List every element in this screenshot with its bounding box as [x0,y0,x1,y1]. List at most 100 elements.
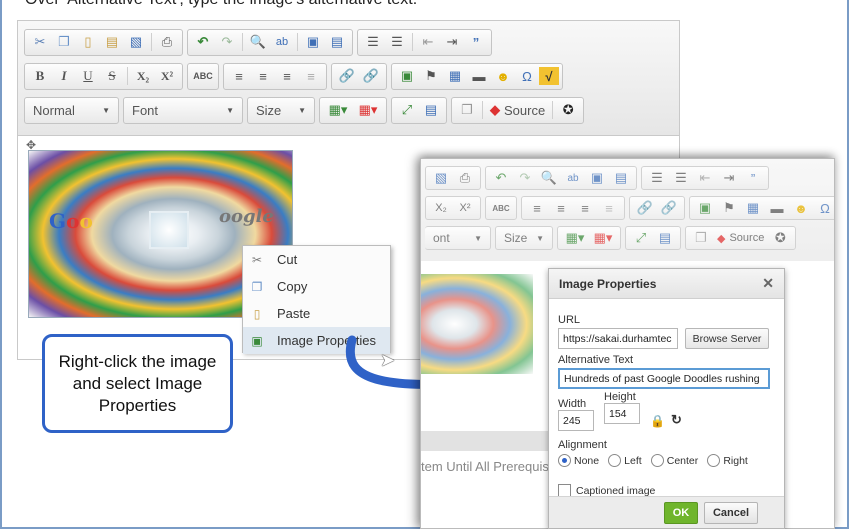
reset-size-icon[interactable]: ↻ [671,412,682,428]
inset-group: ↶ ↷ 🔍 ab ▣ ▤ [485,166,637,190]
unlink-icon[interactable]: 🔗 [359,65,383,87]
anchor-flag-icon[interactable]: ⚑ [419,65,443,87]
paste-icon: ▯ [253,306,261,321]
align-left-radio[interactable]: Left [608,454,642,467]
separator [242,33,243,51]
find-icon[interactable]: 🔍 [246,31,270,53]
link-icon[interactable]: 🔗 [335,65,359,87]
cancel-button[interactable]: Cancel [704,501,758,524]
outdent-icon[interactable]: ⇤ [416,31,440,53]
italic-icon[interactable]: I [52,65,76,87]
toolbar-row-3: Normal ▼ Font ▼ Size ▼ ▦▾ ▦▾ ⤢ ▤ ❐ ◆ Sou… [24,93,673,127]
inset-source-button: ◆ Source [713,232,768,245]
source-button[interactable]: ◆ Source [486,102,549,118]
align-center-icon[interactable]: ≡ [251,65,275,87]
unlink-icon: 🔗 [660,200,678,215]
spellcheck-form-icon[interactable]: ▤ [325,31,349,53]
copy-icon[interactable]: ❐ [52,31,76,53]
align-justify-icon[interactable]: ≡ [299,65,323,87]
print-icon[interactable]: ⎙ [155,31,179,53]
underline-icon[interactable]: U [76,65,100,87]
separator [482,101,483,119]
spellcheck-icon[interactable]: ABC [191,65,215,87]
width-field[interactable]: 245 [558,410,594,431]
font-dropdown[interactable]: Font ▼ [123,96,243,124]
radio-dot [558,454,571,467]
superscript-icon[interactable]: X² [155,65,179,87]
lock-ratio-icon[interactable]: 🔒 [650,414,665,428]
paste-icon[interactable]: ▯ [76,31,100,53]
context-menu-copy[interactable]: ❐ Copy [243,273,390,300]
bold-icon[interactable]: B [28,65,52,87]
strikethrough-icon[interactable]: S [100,65,124,87]
align-right-icon: ≡ [581,200,589,216]
horizontal-rule-icon: ▬ [770,200,784,216]
align-left-icon[interactable]: ≡ [227,65,251,87]
special-char-icon[interactable]: Ω [515,65,539,87]
link-icon: 🔗 [636,200,654,215]
alignment-label: Alignment [558,439,607,451]
copy-icon: ❐ [251,279,263,294]
indent-icon[interactable]: ⇥ [440,31,464,53]
scissors-icon: ✂ [251,252,263,267]
align-center-radio[interactable]: Center [650,454,698,467]
image-logo-right: oogle [219,206,274,227]
format-value: Normal [33,102,75,118]
height-field[interactable]: 154 [604,403,640,424]
math-icon[interactable]: √ [539,67,559,85]
horizontal-rule-icon[interactable]: ▬ [467,65,491,87]
context-menu-paste[interactable]: ▯ Paste [243,300,390,327]
paste-word-icon: ▧ [434,170,448,185]
size-dropdown[interactable]: Size ▼ [247,96,315,124]
align-option-label: None [574,454,600,467]
format-dropdown[interactable]: Normal ▼ [24,96,119,124]
table-icon: ▦ [746,200,760,215]
url-row: https://sakai.durhamtec Browse Server [558,328,775,349]
subscript-icon[interactable]: X₂ [131,65,155,87]
paste-word-icon[interactable]: ▧ [124,31,148,53]
maximize-icon[interactable]: ⤢ [395,99,419,121]
context-menu-label: Cut [277,252,298,267]
inset-group: ⤢ ▤ [625,226,681,250]
table-icon[interactable]: ▦ [443,65,467,87]
inset-group: ▧ ⎙ [425,166,481,190]
blockquote-icon[interactable]: ” [464,31,488,53]
text-color-icon[interactable]: ▦▾ [323,99,353,121]
context-menu-label: Paste [277,306,311,321]
align-group: ≡ ≡ ≡ ≡ [223,62,327,90]
size-value: Size [504,231,528,245]
link-group: 🔗 🔗 [331,62,387,90]
ok-button[interactable]: OK [664,501,698,524]
smiley-icon[interactable]: ☻ [491,65,515,87]
align-none-radio[interactable]: None [558,454,599,467]
accessibility-icon[interactable]: ✪ [556,99,580,121]
show-blocks-icon[interactable]: ▤ [419,99,443,121]
replace-icon[interactable]: ab [270,31,294,53]
url-field[interactable]: https://sakai.durhamtec [558,328,678,349]
bulleted-list-icon[interactable]: ☰ [385,31,409,53]
cut-icon[interactable]: ✂ [28,31,52,53]
alt-text-field[interactable]: Hundreds of past Google Doodles rushing [558,368,770,389]
image-icon[interactable]: ▣ [395,65,419,87]
toolbar-row-2: B I U S X₂ X² ABC ≡ ≡ ≡ ≡ 🔗 🔗 ▣ ⚑ ▦ ▬ ☻ … [24,59,673,93]
browse-server-button[interactable]: Browse Server [685,328,769,349]
show-blocks-icon: ▤ [658,230,672,245]
alignment-radios: None Left Center Right [558,454,775,470]
context-menu-cut[interactable]: ✂ Cut [243,246,390,273]
spellcheck-form-icon: ▤ [614,170,628,185]
select-all-icon[interactable]: ▣ [301,31,325,53]
redo-icon[interactable]: ↷ [215,31,239,53]
undo-group: ↶ ↷ 🔍 ab ▣ ▤ [187,28,353,56]
inset-group: X₂ X² [425,196,481,220]
undo-icon[interactable]: ↶ [191,31,215,53]
close-icon[interactable]: ✕ [762,275,774,292]
align-right-icon[interactable]: ≡ [275,65,299,87]
align-right-radio[interactable]: Right [707,454,748,467]
numbered-list-icon[interactable]: ☰ [361,31,385,53]
dimensions-row: Width 245 Height 154 🔒 ↻ [558,391,775,431]
table-insert-icon[interactable]: ▦▾ [353,99,383,121]
paste-text-icon[interactable]: ▤ [100,31,124,53]
clipboard-group: ✂ ❐ ▯ ▤ ▧ ⎙ [24,28,183,56]
inset-background-text: tem Until All Prerequisi [421,459,552,474]
templates-icon[interactable]: ❐ [455,99,479,121]
